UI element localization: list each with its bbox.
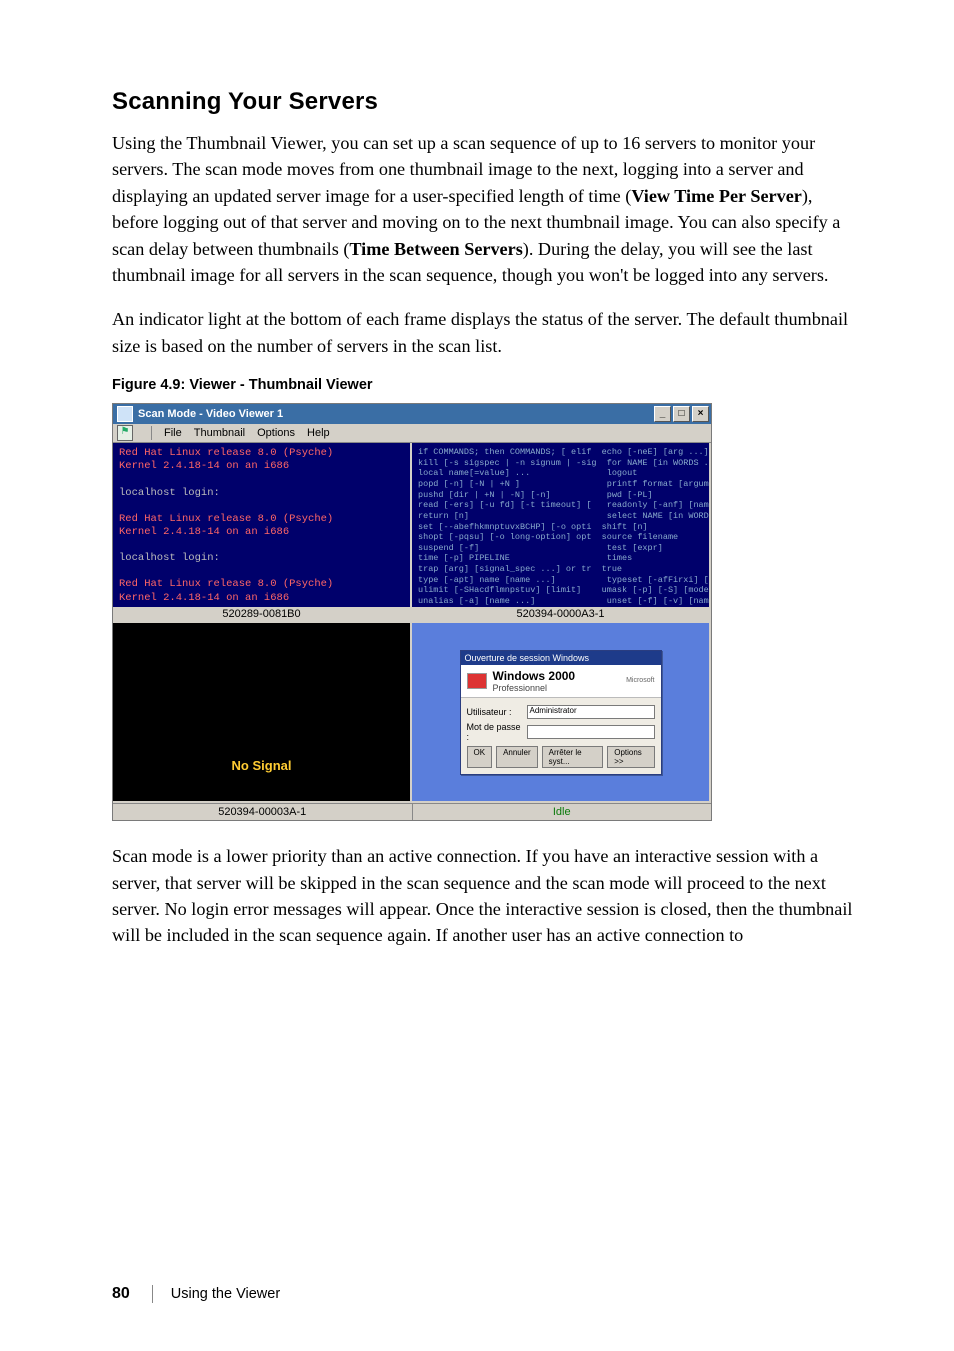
window-maximize-button[interactable]: □ — [673, 406, 690, 422]
window-close-button[interactable]: × — [692, 406, 709, 422]
footer-section: Using the Viewer — [171, 1286, 280, 1302]
paragraph-1: Using the Thumbnail Viewer, you can set … — [112, 130, 858, 288]
thumbnail-frame-1[interactable]: Red Hat Linux release 8.0 (Psyche) Kerne… — [113, 443, 412, 623]
microsoft-label: Microsoft — [626, 677, 654, 684]
menu-bar: ⚑ File Thumbnail Options Help — [113, 424, 711, 443]
login-user-input[interactable]: Administrator — [527, 705, 655, 719]
window-titlebar: Scan Mode - Video Viewer 1 _ □ × — [113, 404, 711, 424]
status-row: 520394-00003A-1 Idle — [113, 803, 711, 820]
login-password-label: Mot de passe : — [467, 722, 523, 742]
screenshot-window: Scan Mode - Video Viewer 1 _ □ × ⚑ File … — [112, 403, 712, 821]
login-ok-button[interactable]: OK — [467, 746, 493, 768]
windows-login-dialog: Ouverture de session Windows Windows 200… — [460, 650, 662, 775]
menu-options[interactable]: Options — [257, 427, 295, 439]
menu-help[interactable]: Help — [307, 427, 330, 439]
login-cancel-button[interactable]: Annuler — [496, 746, 538, 768]
paragraph-3: Scan mode is a lower priority than an ac… — [112, 843, 858, 949]
window-app-icon — [117, 406, 133, 422]
thumbnail-frame-3[interactable]: No Signal — [113, 623, 412, 803]
window-title: Scan Mode - Video Viewer 1 — [138, 408, 283, 420]
footer-divider — [152, 1285, 153, 1303]
section-heading: Scanning Your Servers — [112, 88, 858, 116]
login-shutdown-button[interactable]: Arrêter le syst... — [542, 746, 604, 768]
page-number: 80 — [112, 1285, 130, 1303]
window-minimize-button[interactable]: _ — [654, 406, 671, 422]
status-right: Idle — [413, 804, 712, 820]
login-user-label: Utilisateur : — [467, 707, 523, 717]
menu-file[interactable]: File — [164, 427, 182, 439]
page-footer: 80 Using the Viewer — [112, 1285, 280, 1303]
menu-thumbnail[interactable]: Thumbnail — [194, 427, 245, 439]
windows-brand: Windows 2000Professionnel — [493, 669, 576, 693]
login-password-input[interactable] — [527, 725, 655, 739]
no-signal-label: No Signal — [232, 758, 292, 773]
option-view-time: View Time Per Server — [631, 186, 802, 206]
pin-icon[interactable]: ⚑ — [117, 425, 133, 441]
thumbnail-grid: Red Hat Linux release 8.0 (Psyche) Kerne… — [113, 443, 711, 803]
terminal-output-1: Red Hat Linux release 8.0 (Psyche) Kerne… — [113, 443, 410, 609]
windows-flag-icon — [467, 673, 487, 689]
status-left: 520394-00003A-1 — [113, 804, 412, 820]
thumbnail-frame-2[interactable]: if COMMANDS; then COMMANDS; [ elif echo … — [412, 443, 711, 623]
figure-caption: Figure 4.9: Viewer - Thumbnail Viewer — [112, 377, 858, 393]
paragraph-2: An indicator light at the bottom of each… — [112, 306, 858, 359]
thumbnail-frame-4[interactable]: Ouverture de session Windows Windows 200… — [412, 623, 711, 803]
login-options-button[interactable]: Options >> — [607, 746, 654, 768]
frame-label-2: 520394-0000A3-1 — [412, 607, 709, 621]
terminal-output-2: if COMMANDS; then COMMANDS; [ elif echo … — [412, 443, 709, 623]
login-dialog-title: Ouverture de session Windows — [461, 651, 661, 665]
frame-label-1: 520289-0081B0 — [113, 607, 410, 621]
login-banner: Windows 2000Professionnel Microsoft — [461, 665, 661, 698]
menu-separator — [151, 426, 152, 440]
option-time-between: Time Between Servers — [349, 239, 522, 259]
